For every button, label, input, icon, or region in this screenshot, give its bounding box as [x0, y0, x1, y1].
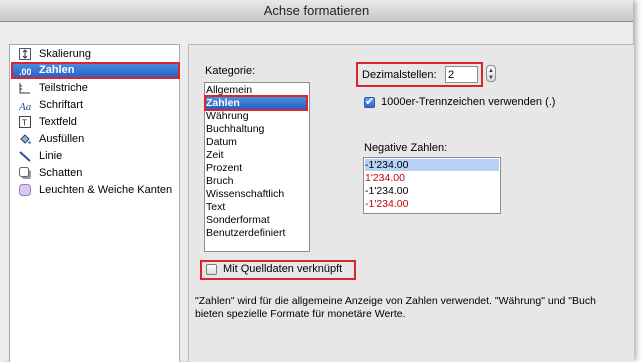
sidebar-item-textfeld[interactable]: T Textfeld [12, 115, 179, 130]
category-item[interactable]: Bruch [206, 175, 233, 187]
number-format-icon: .00 [19, 64, 32, 77]
sidebar-item-teilstriche[interactable]: Teilstriche [12, 81, 179, 96]
decimals-label: Dezimalstellen: [362, 69, 437, 81]
description-line-2: bieten spezielle Formate für monetäre We… [195, 308, 406, 320]
shadow-icon [19, 167, 31, 179]
category-item[interactable]: Prozent [206, 162, 242, 174]
decimals-input[interactable]: 2 [445, 66, 478, 83]
sidebar-item-skalierung[interactable]: Skalierung [12, 47, 179, 62]
category-item[interactable]: Allgemein [206, 84, 252, 96]
category-sidebar: Skalierung .00 Zahlen Teilstriche Aa Sch… [9, 44, 180, 362]
linked-source-label: Mit Quelldaten verknüpft [223, 263, 343, 275]
negative-numbers-list[interactable]: -1'234.00 1'234.00 -1'234.00 -1'234.00 [363, 157, 501, 214]
font-icon: Aa [18, 99, 32, 113]
description-line-1: "Zahlen" wird für die allgemeine Anzeige… [195, 295, 596, 307]
sidebar-item-linie[interactable]: Linie [12, 149, 179, 164]
category-item[interactable]: Benutzerdefiniert [206, 227, 285, 239]
sidebar-item-label: Skalierung [39, 48, 91, 60]
sidebar-item-label: Textfeld [39, 116, 77, 128]
decimals-stepper[interactable]: ▲ ▼ [486, 65, 496, 82]
linked-source-checkbox[interactable] [206, 264, 217, 275]
category-item[interactable]: Text [206, 201, 225, 213]
window-title: Achse formatieren [0, 0, 633, 22]
text-box-icon: T [19, 116, 31, 128]
negative-option-selected[interactable]: -1'234.00 [365, 159, 499, 171]
sidebar-item-leuchten[interactable]: Leuchten & Weiche Kanten [12, 183, 179, 198]
negative-option[interactable]: -1'234.00 [365, 198, 408, 210]
negative-numbers-label: Negative Zahlen: [364, 142, 448, 154]
sidebar-item-ausfuellen[interactable]: Ausfüllen [12, 132, 179, 147]
category-item[interactable]: Buchhaltung [206, 123, 264, 135]
sidebar-item-schriftart[interactable]: Aa Schriftart [12, 98, 179, 113]
sidebar-item-label: Teilstriche [39, 82, 88, 94]
svg-text:.00: .00 [19, 67, 31, 76]
sidebar-item-zahlen[interactable]: .00 Zahlen [11, 62, 180, 79]
sidebar-item-label: Schatten [39, 167, 83, 179]
tick-marks-icon [19, 82, 31, 94]
glow-icon [19, 184, 31, 196]
thousands-label: 1000er-Trennzeichen verwenden (.) [381, 96, 556, 108]
negative-option[interactable]: 1'234.00 [365, 172, 405, 184]
scaling-icon [19, 48, 31, 60]
stepper-up-icon: ▲ [488, 68, 494, 74]
sidebar-item-label: Schriftart [39, 99, 84, 111]
sidebar-item-label: Ausfüllen [39, 133, 85, 145]
category-item-selected[interactable]: Zahlen [204, 95, 308, 111]
category-list[interactable]: Allgemein Zahlen Währung Buchhaltung Dat… [204, 82, 310, 252]
sidebar-item-label: Leuchten & Weiche Kanten [39, 184, 173, 196]
category-item[interactable]: Währung [206, 110, 249, 122]
negative-option[interactable]: -1'234.00 [365, 185, 408, 197]
stepper-down-icon: ▼ [488, 75, 494, 81]
category-item[interactable]: Datum [206, 136, 237, 148]
svg-text:Aa: Aa [19, 101, 31, 111]
category-item[interactable]: Sonderformat [206, 214, 270, 226]
line-icon [19, 150, 31, 162]
number-format-panel: Kategorie: Allgemein Zahlen Währung Buch… [188, 44, 634, 362]
category-item[interactable]: Wissenschaftlich [206, 188, 284, 200]
sidebar-item-label: Zahlen [39, 64, 75, 76]
category-label: Kategorie: [205, 65, 256, 77]
svg-text:T: T [22, 119, 27, 128]
thousands-checkbox[interactable] [364, 95, 375, 108]
format-axis-dialog: Achse formatieren Skalierung .00 Zahlen … [0, 0, 634, 362]
sidebar-item-label: Linie [39, 150, 63, 162]
sidebar-item-schatten[interactable]: Schatten [12, 166, 179, 181]
category-item[interactable]: Zeit [206, 149, 224, 161]
fill-bucket-icon [19, 133, 31, 145]
